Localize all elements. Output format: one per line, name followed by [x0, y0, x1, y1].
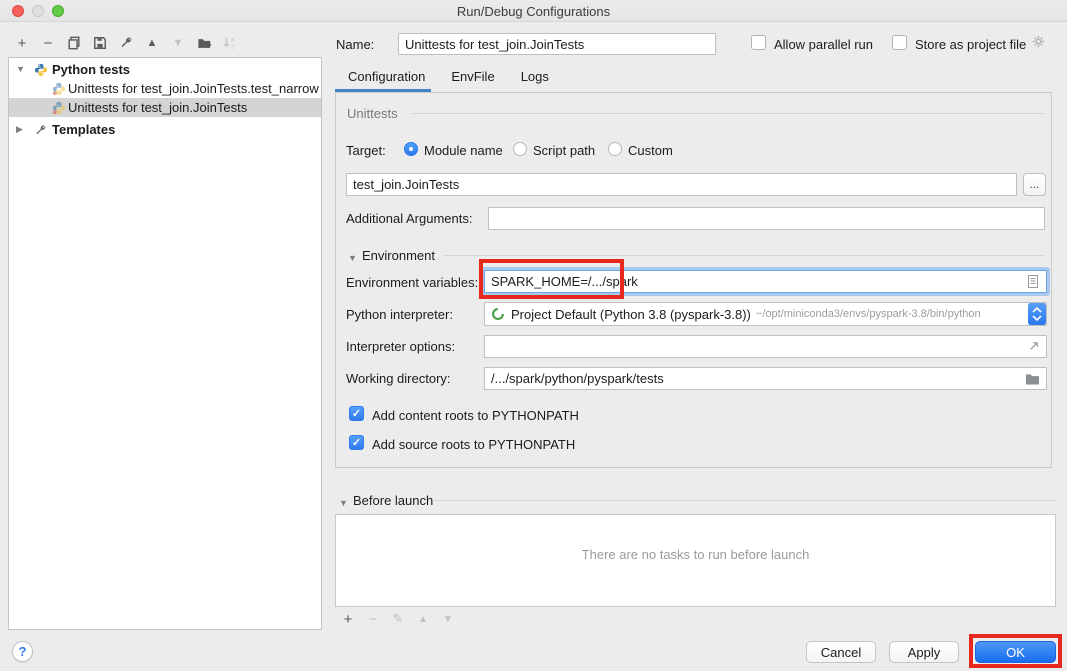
before-launch-collapse-icon[interactable]: ▼: [339, 498, 348, 508]
environment-variables-label: Environment variables:: [346, 275, 478, 290]
tab-logs[interactable]: Logs: [508, 65, 562, 92]
store-as-project-file-gear-icon[interactable]: [1031, 34, 1046, 52]
cancel-button[interactable]: Cancel: [806, 641, 876, 663]
tab-envfile[interactable]: EnvFile: [438, 65, 507, 92]
unittests-group-label: Unittests: [347, 106, 398, 121]
tree-item-test-narrow[interactable]: Unittests for test_join.JoinTests.test_n…: [9, 79, 321, 98]
help-button[interactable]: ?: [12, 641, 33, 662]
interpreter-value: Project Default (Python 3.8 (pyspark-3.8…: [511, 307, 751, 322]
templates-wrench-icon: [34, 123, 48, 137]
environment-variables-input[interactable]: [484, 270, 1047, 293]
expand-arrow-icon[interactable]: ▶: [16, 120, 23, 139]
tree-item-label: Python tests: [52, 60, 130, 79]
edit-templates-wrench-icon[interactable]: [118, 35, 134, 51]
before-launch-label: Before launch: [353, 493, 433, 508]
new-folder-icon[interactable]: [196, 35, 212, 51]
configuration-tab-content: Unittests Target: Module name Script pat…: [335, 92, 1052, 468]
settings-tabs: Configuration EnvFile Logs: [335, 65, 562, 92]
tab-configuration[interactable]: Configuration: [335, 65, 438, 92]
remove-configuration-icon[interactable]: −: [40, 35, 56, 51]
radio-custom-label[interactable]: Custom: [628, 143, 673, 158]
name-input[interactable]: [398, 33, 716, 55]
before-launch-task-list: There are no tasks to run before launch: [335, 514, 1056, 607]
before-launch-empty-text: There are no tasks to run before launch: [336, 547, 1055, 562]
interpreter-options-label: Interpreter options:: [346, 339, 455, 354]
tree-item-jointests-selected[interactable]: Unittests for test_join.JoinTests: [9, 98, 321, 117]
tree-item-label: Templates: [52, 120, 115, 139]
section-divider: [434, 500, 1056, 501]
svg-text:a: a: [231, 36, 235, 43]
run-debug-configurations-dialog: Run/Debug Configurations + − ▲ ▼ az ▼ Py: [0, 0, 1067, 671]
add-task-icon[interactable]: +: [340, 611, 356, 627]
expand-field-icon[interactable]: [1027, 340, 1040, 356]
collapse-arrow-icon[interactable]: ▼: [16, 60, 25, 79]
configurations-toolbar: + − ▲ ▼ az: [14, 33, 238, 53]
tree-item-label: Unittests for test_join.JoinTests.test_n…: [68, 79, 319, 98]
group-divider: [412, 113, 1044, 114]
target-input[interactable]: [346, 173, 1017, 196]
target-label: Target:: [346, 143, 386, 158]
working-directory-label: Working directory:: [346, 371, 451, 386]
python-tests-icon: [34, 63, 48, 77]
store-as-project-file-label: Store as project file: [915, 37, 1026, 52]
working-directory-input[interactable]: [484, 367, 1047, 390]
browse-environment-variables-icon[interactable]: [1026, 274, 1040, 292]
add-configuration-icon[interactable]: +: [14, 35, 30, 51]
environment-collapse-icon[interactable]: ▼: [348, 253, 357, 263]
edit-task-icon[interactable]: ✎: [390, 611, 406, 627]
titlebar: Run/Debug Configurations: [0, 0, 1067, 22]
conda-env-icon: [491, 307, 505, 321]
store-as-project-file-checkbox[interactable]: [892, 35, 907, 50]
interpreter-path: ~/opt/miniconda3/envs/pyspark-3.8/bin/py…: [756, 308, 981, 320]
interpreter-options-input[interactable]: [484, 335, 1047, 358]
apply-button[interactable]: Apply: [889, 641, 959, 663]
add-source-roots-label[interactable]: Add source roots to PYTHONPATH: [372, 437, 575, 452]
allow-parallel-run-checkbox[interactable]: [751, 35, 766, 50]
environment-section-label: Environment: [362, 248, 435, 263]
radio-module-name[interactable]: [404, 142, 418, 156]
python-test-config-icon: [52, 101, 66, 115]
add-content-roots-checkbox[interactable]: ✓: [349, 406, 364, 421]
sort-configurations-icon[interactable]: az: [222, 35, 238, 51]
name-label: Name:: [336, 37, 374, 52]
python-interpreter-select[interactable]: Project Default (Python 3.8 (pyspark-3.8…: [484, 302, 1047, 326]
dropdown-stepper-icon[interactable]: [1028, 302, 1046, 326]
copy-configuration-icon[interactable]: [66, 35, 82, 51]
before-launch-toolbar: + − ✎ ▲ ▼: [340, 611, 456, 627]
active-tab-indicator: [335, 89, 431, 92]
ok-button[interactable]: OK: [975, 641, 1056, 663]
move-task-down-icon[interactable]: ▼: [440, 611, 456, 627]
configurations-tree: ▼ Python tests Unittests for test_join.J…: [8, 57, 322, 630]
svg-text:z: z: [231, 43, 234, 50]
save-configuration-icon[interactable]: [92, 35, 108, 51]
radio-script-path[interactable]: [513, 142, 527, 156]
window-title: Run/Debug Configurations: [0, 4, 1067, 19]
python-interpreter-label: Python interpreter:: [346, 307, 453, 322]
allow-parallel-run-label: Allow parallel run: [774, 37, 873, 52]
radio-module-name-label[interactable]: Module name: [424, 143, 503, 158]
python-test-config-icon: [52, 82, 66, 96]
additional-arguments-input[interactable]: [488, 207, 1045, 230]
browse-folder-icon[interactable]: [1025, 372, 1040, 388]
remove-task-icon[interactable]: −: [365, 611, 381, 627]
section-divider: [444, 255, 1044, 256]
additional-arguments-label: Additional Arguments:: [346, 211, 472, 226]
move-up-icon[interactable]: ▲: [144, 35, 160, 51]
add-content-roots-label[interactable]: Add content roots to PYTHONPATH: [372, 408, 579, 423]
tree-item-label: Unittests for test_join.JoinTests: [68, 98, 247, 117]
move-down-icon[interactable]: ▼: [170, 35, 186, 51]
browse-target-button[interactable]: ...: [1023, 173, 1046, 196]
radio-custom[interactable]: [608, 142, 622, 156]
radio-script-path-label[interactable]: Script path: [533, 143, 595, 158]
tree-item-templates[interactable]: ▶ Templates: [9, 120, 321, 139]
add-source-roots-checkbox[interactable]: ✓: [349, 435, 364, 450]
move-task-up-icon[interactable]: ▲: [415, 611, 431, 627]
tree-item-python-tests[interactable]: ▼ Python tests: [9, 60, 321, 79]
